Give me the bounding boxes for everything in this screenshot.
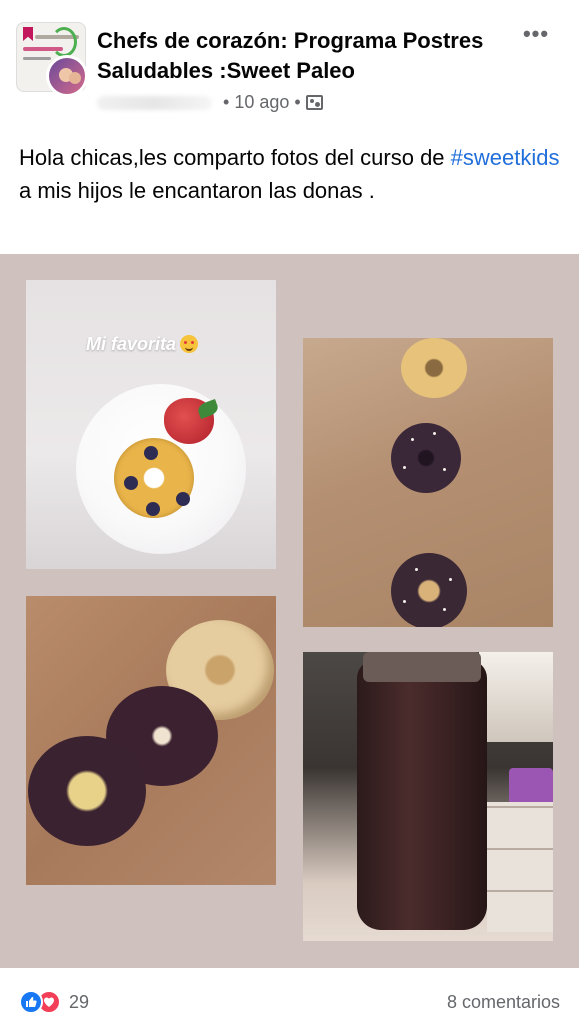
more-options-button[interactable]: ••• xyxy=(518,22,554,52)
reactions-summary[interactable]: 29 xyxy=(19,990,89,1014)
hashtag-link[interactable]: #sweetkids xyxy=(451,145,560,170)
post-header: Chefs de corazón: Programa Postres Salud… xyxy=(0,0,579,130)
post-text-start: Hola chicas,les comparto fotos del curso… xyxy=(19,145,451,170)
chocolate-donut-image xyxy=(391,553,467,627)
group-name-link[interactable]: Chefs de corazón: Programa Postres Salud… xyxy=(97,26,517,86)
post-text-end: a mis hijos le encantaron las donas . xyxy=(19,178,375,203)
post-body-text: Hola chicas,les comparto fotos del curso… xyxy=(19,141,564,207)
ribbon-logo-icon xyxy=(23,27,33,41)
author-avatar[interactable] xyxy=(46,55,88,97)
like-icon xyxy=(19,990,43,1014)
jar-image xyxy=(357,660,487,930)
photo-donuts-closeup[interactable] xyxy=(26,596,276,885)
photo-three-donuts-table[interactable] xyxy=(303,338,553,627)
heart-eyes-emoji-icon xyxy=(180,335,199,353)
photo-chocolate-jar[interactable] xyxy=(303,652,553,941)
post-meta: • 10 ago • xyxy=(97,92,323,113)
post-timestamp[interactable]: 10 ago xyxy=(234,92,289,113)
chocolate-donut-image xyxy=(28,736,146,846)
author-name-blurred[interactable] xyxy=(97,95,212,110)
comments-count-link[interactable]: 8 comentarios xyxy=(447,992,560,1013)
photo-caption: Mi favorita xyxy=(86,334,199,355)
reaction-count: 29 xyxy=(69,991,90,1012)
photo-donut-plate[interactable]: Mi favorita xyxy=(26,280,276,569)
group-privacy-icon xyxy=(305,95,323,110)
meta-separator: • xyxy=(294,92,301,112)
chocolate-donut-image xyxy=(391,423,461,493)
post-footer: 29 8 comentarios xyxy=(0,980,579,1024)
plain-donut-image xyxy=(401,338,467,398)
photo-collage: Mi favorita xyxy=(0,254,579,968)
meta-separator: • xyxy=(223,92,230,112)
